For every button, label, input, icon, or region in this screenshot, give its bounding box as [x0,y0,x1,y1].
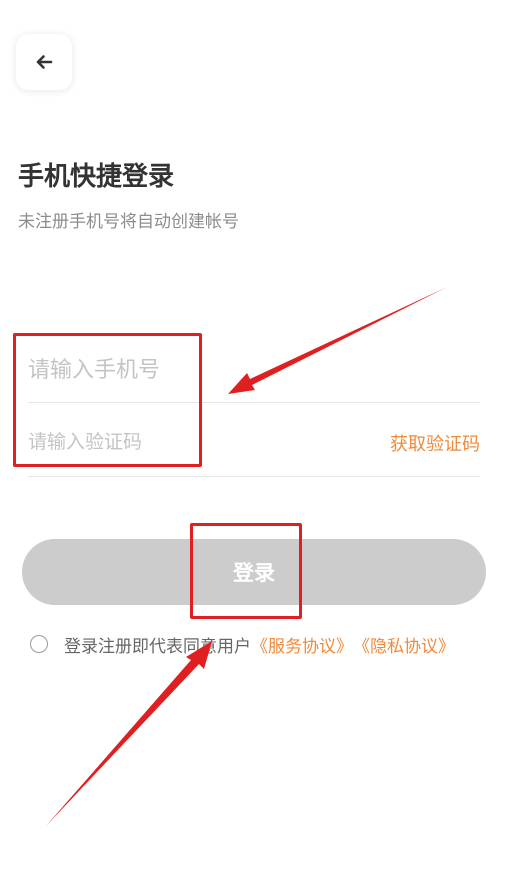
agreement-checkbox[interactable] [30,635,48,653]
annotation-box-input-fields [13,333,202,467]
service-agreement-link[interactable]: 《服务协议》 [251,632,353,657]
back-button[interactable] [16,34,72,90]
arrow-left-icon [36,55,53,69]
annotation-box-login-button [190,523,302,619]
get-code-button[interactable]: 获取验证码 [390,430,480,456]
annotation-arrow-to-login [46,641,212,826]
page-title: 手机快捷登录 [18,162,175,192]
agreement-text: 登录注册即代表同意用户 [64,636,251,657]
agreement-row: 登录注册即代表同意用户 《服务协议》 《隐私协议》 [30,632,455,657]
privacy-agreement-link[interactable]: 《隐私协议》 [353,632,455,657]
page-subtitle: 未注册手机号将自动创建帐号 [18,212,239,232]
